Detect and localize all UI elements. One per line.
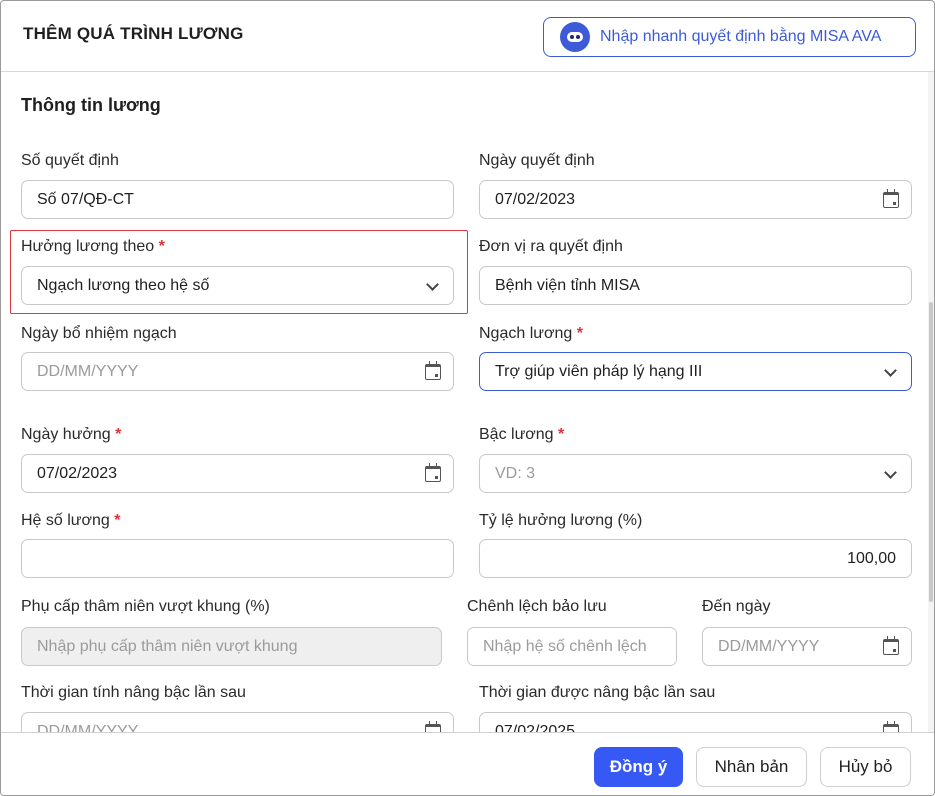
- salary-basis-label: Hưởng lương theo *: [21, 238, 165, 255]
- next-raise-calc-input[interactable]: DD/MM/YYYY: [21, 712, 454, 732]
- reserved-difference-input[interactable]: Nhập hệ số chênh lệch: [467, 627, 677, 666]
- calendar-icon[interactable]: [425, 462, 441, 482]
- effective-date-label: Ngày hưởng *: [21, 426, 122, 443]
- appointment-date-input[interactable]: DD/MM/YYYY: [21, 352, 454, 391]
- cancel-button[interactable]: Hủy bỏ: [820, 747, 911, 787]
- decision-number-input[interactable]: Số 07/QĐ-CT: [21, 180, 454, 219]
- next-raise-value: 07/02/2025: [495, 722, 576, 733]
- appointment-date-placeholder: DD/MM/YYYY: [37, 362, 139, 380]
- salary-rate-value: 100,00: [847, 549, 896, 567]
- salary-rate-label: Tỷ lệ hưởng lương (%): [479, 512, 643, 529]
- salary-coefficient-input[interactable]: [21, 539, 454, 578]
- appointment-date-label: Ngày bổ nhiệm ngạch: [21, 325, 177, 342]
- salary-coefficient-label: Hệ số lương *: [21, 512, 121, 529]
- issuing-unit-input[interactable]: Bệnh viện tỉnh MISA: [479, 266, 912, 305]
- next-raise-input[interactable]: 07/02/2025: [479, 712, 912, 732]
- scrollbar-thumb[interactable]: [929, 302, 933, 602]
- agree-button[interactable]: Đồng ý: [594, 747, 683, 787]
- calendar-icon[interactable]: [883, 720, 899, 732]
- salary-basis-value: Ngạch lương theo hệ số: [37, 276, 210, 294]
- salary-rate-input[interactable]: 100,00: [479, 539, 912, 578]
- salary-grade-placeholder: VD: 3: [495, 464, 536, 482]
- until-date-label: Đến ngày: [702, 598, 771, 615]
- dialog-title: THÊM QUÁ TRÌNH LƯƠNG: [23, 24, 244, 43]
- effective-date-value: 07/02/2023: [37, 464, 118, 482]
- dialog-body: Thông tin lương Số quyết định Số 07/QĐ-C…: [1, 72, 934, 732]
- next-raise-label: Thời gian được nâng bậc lần sau: [479, 684, 716, 701]
- duplicate-button[interactable]: Nhân bản: [696, 747, 807, 787]
- until-date-placeholder: DD/MM/YYYY: [718, 637, 820, 655]
- misa-ava-label: Nhập nhanh quyết định bằng MISA AVA: [600, 28, 882, 45]
- calendar-icon[interactable]: [883, 635, 899, 655]
- seniority-allowance-placeholder: Nhập phụ cấp thâm niên vượt khung: [37, 637, 298, 655]
- misa-ava-quick-import-button[interactable]: Nhập nhanh quyết định bằng MISA AVA: [543, 17, 916, 57]
- calendar-icon[interactable]: [425, 360, 441, 380]
- section-title: Thông tin lương: [21, 95, 161, 115]
- calendar-icon[interactable]: [883, 188, 899, 208]
- dialog-header: THÊM QUÁ TRÌNH LƯƠNG Nhập nhanh quyết đị…: [1, 1, 934, 72]
- calendar-icon[interactable]: [425, 720, 441, 732]
- next-raise-calc-placeholder: DD/MM/YYYY: [37, 722, 139, 733]
- reserved-difference-placeholder: Nhập hệ số chênh lệch: [483, 637, 647, 655]
- decision-number-value: Số 07/QĐ-CT: [37, 190, 134, 208]
- salary-scale-label: Ngạch lương *: [479, 325, 583, 342]
- issuing-unit-value: Bệnh viện tỉnh MISA: [495, 276, 640, 294]
- seniority-allowance-input[interactable]: Nhập phụ cấp thâm niên vượt khung: [21, 627, 442, 666]
- next-raise-calc-label: Thời gian tính nâng bậc lần sau: [21, 684, 246, 701]
- dialog-footer: Đồng ý Nhân bản Hủy bỏ: [1, 732, 934, 795]
- chevron-down-icon: [883, 364, 899, 380]
- decision-date-label: Ngày quyết định: [479, 152, 595, 169]
- decision-date-value: 07/02/2023: [495, 190, 576, 208]
- salary-grade-select[interactable]: VD: 3: [479, 454, 912, 493]
- salary-scale-select[interactable]: Trợ giúp viên pháp lý hạng III: [479, 352, 912, 391]
- salary-grade-label: Bậc lương *: [479, 426, 565, 443]
- robot-icon: [560, 22, 590, 52]
- salary-basis-select[interactable]: Ngạch lương theo hệ số: [21, 266, 454, 305]
- salary-scale-value: Trợ giúp viên pháp lý hạng III: [495, 362, 703, 380]
- scrollbar[interactable]: [928, 72, 934, 732]
- chevron-down-icon: [425, 278, 441, 294]
- seniority-allowance-label: Phụ cấp thâm niên vượt khung (%): [21, 598, 270, 615]
- effective-date-input[interactable]: 07/02/2023: [21, 454, 454, 493]
- reserved-difference-label: Chênh lệch bảo lưu: [467, 598, 607, 615]
- decision-number-label: Số quyết định: [21, 152, 119, 169]
- decision-date-input[interactable]: 07/02/2023: [479, 180, 912, 219]
- issuing-unit-label: Đơn vị ra quyết định: [479, 238, 623, 255]
- chevron-down-icon: [883, 466, 899, 482]
- add-salary-dialog: THÊM QUÁ TRÌNH LƯƠNG Nhập nhanh quyết đị…: [0, 0, 935, 796]
- until-date-input[interactable]: DD/MM/YYYY: [702, 627, 912, 666]
